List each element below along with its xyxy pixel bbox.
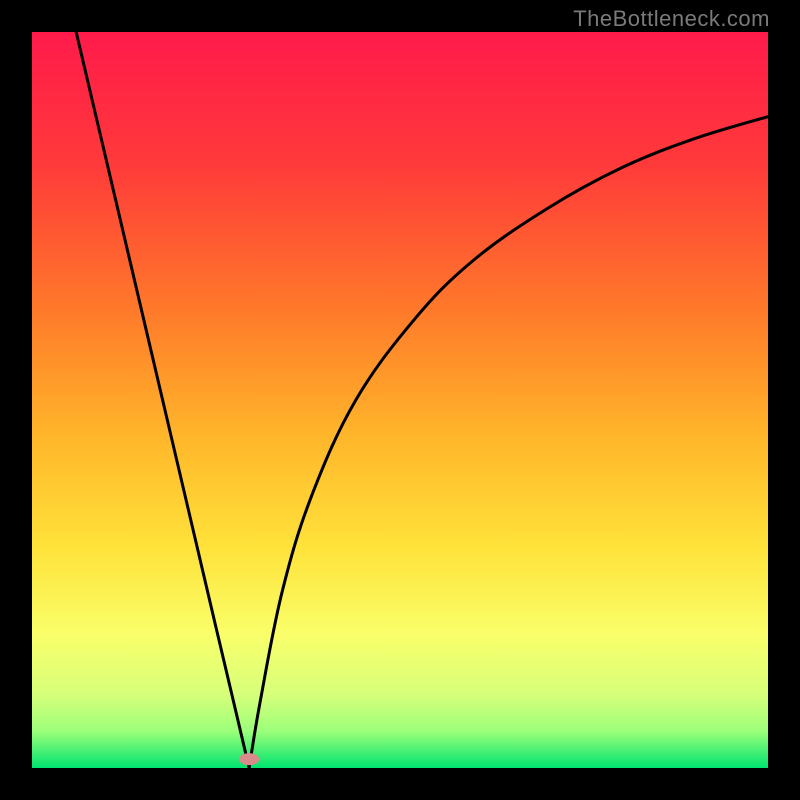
gradient-background	[32, 32, 768, 768]
minimum-marker	[239, 753, 259, 765]
chart-area	[32, 32, 768, 768]
chart-svg	[32, 32, 768, 768]
watermark-text: TheBottleneck.com	[573, 6, 770, 32]
